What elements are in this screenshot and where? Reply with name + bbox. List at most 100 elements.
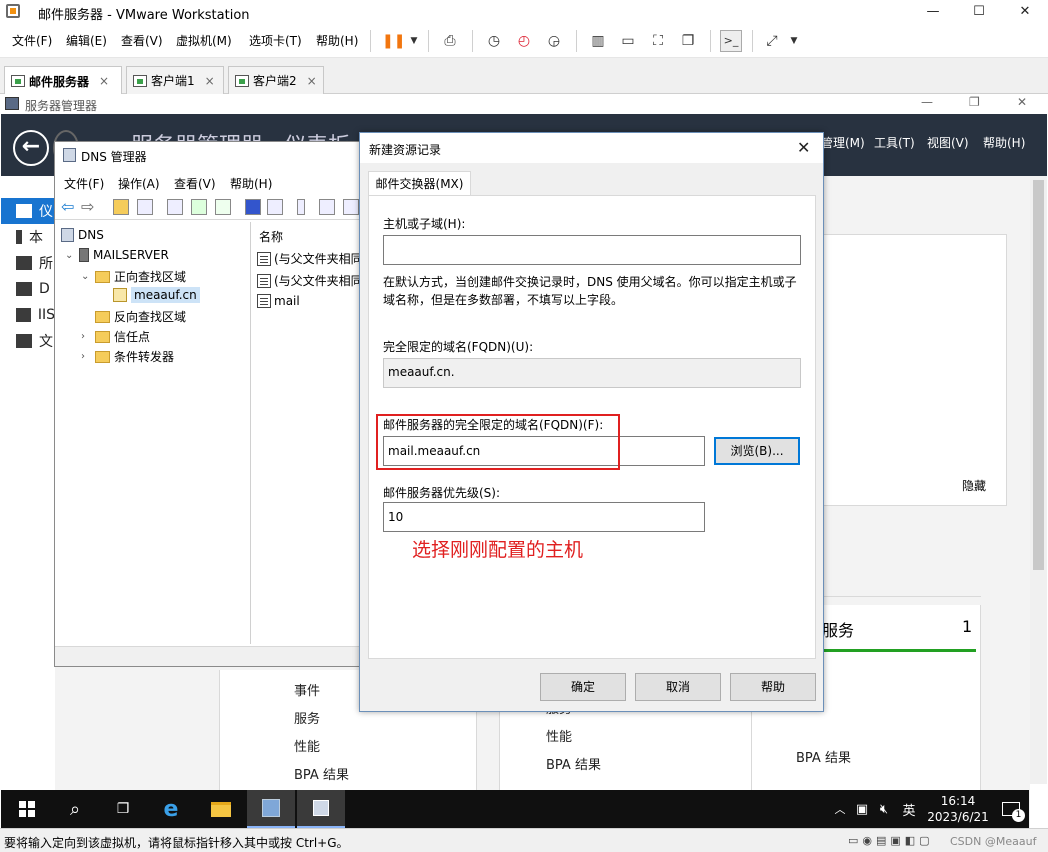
help-button[interactable]: 帮助: [730, 673, 816, 701]
close-tab-icon[interactable]: ×: [307, 74, 317, 88]
dns-menu-file[interactable]: 文件(F): [64, 175, 104, 192]
sm-close-button[interactable]: ✕: [1017, 95, 1027, 109]
tile-link-events[interactable]: 事件: [294, 680, 320, 699]
notification-icon[interactable]: 1: [993, 802, 1029, 822]
tile-link-bpa[interactable]: BPA 结果: [546, 754, 601, 773]
revert-snapshot-icon[interactable]: ◴: [516, 33, 532, 49]
up-folder-icon[interactable]: [113, 199, 129, 215]
tab-client1[interactable]: 客户端1 ×: [126, 66, 224, 94]
zone-icon[interactable]: [343, 199, 359, 215]
menu-vm[interactable]: 虚拟机(M): [176, 32, 232, 49]
scrollbar-thumb[interactable]: [1033, 180, 1044, 570]
windows-start-icon[interactable]: [3, 790, 51, 828]
tree-node-reverse-zone[interactable]: 反向查找区域: [95, 308, 186, 325]
file-explorer-icon[interactable]: [197, 790, 245, 828]
chevron-right-icon[interactable]: ›: [81, 331, 91, 342]
close-icon[interactable]: ✕: [797, 138, 810, 157]
clock[interactable]: 16:14 2023/6/21: [923, 793, 993, 825]
ime-indicator[interactable]: 英: [895, 800, 923, 819]
back-icon[interactable]: ⇦: [61, 197, 74, 216]
device-status-icons[interactable]: ▭◉▤▣◧▢: [848, 834, 934, 847]
menu-file[interactable]: 文件(F): [12, 32, 52, 49]
menu-edit[interactable]: 编辑(E): [66, 32, 107, 49]
priority-input[interactable]: [383, 502, 705, 532]
pause-icon[interactable]: ❚❚: [382, 33, 405, 49]
ie-icon[interactable]: e: [147, 790, 195, 828]
close-tab-icon[interactable]: ×: [99, 74, 109, 88]
menu-view[interactable]: 视图(V): [927, 134, 969, 151]
host-input[interactable]: [383, 235, 801, 265]
chevron-up-icon[interactable]: ︿: [829, 801, 851, 817]
stretch-dropdown-icon[interactable]: ▼: [786, 33, 802, 49]
chevron-down-icon[interactable]: ▼: [406, 33, 422, 49]
tab-mail-server[interactable]: 邮件服务器 ×: [4, 66, 122, 95]
send-ctrl-alt-del-icon[interactable]: ⎙: [442, 33, 458, 49]
tab-mx[interactable]: 邮件交换器(MX): [368, 171, 471, 196]
close-tab-icon[interactable]: ×: [205, 74, 215, 88]
list-item[interactable]: (与父文件夹相同): [257, 250, 367, 267]
tile-link-services[interactable]: 服务: [294, 708, 320, 727]
tree-node-trust-points[interactable]: › 信任点: [81, 328, 150, 345]
fullscreen-icon[interactable]: ⛶: [650, 33, 666, 49]
network-icon[interactable]: ▣: [851, 802, 873, 817]
menu-tabs[interactable]: 选项卡(T): [249, 32, 302, 49]
dns-menu-action[interactable]: 操作(A): [118, 175, 160, 192]
unity-icon[interactable]: ❐: [680, 33, 696, 49]
sidebar-item-iis[interactable]: IIS: [1, 302, 55, 328]
browse-button[interactable]: 浏览(B)...: [714, 437, 800, 465]
forward-icon[interactable]: ⇨: [81, 197, 94, 216]
tree-node-dns[interactable]: DNS: [61, 228, 104, 242]
help-icon[interactable]: [245, 199, 261, 215]
dns-manager-taskbar-icon[interactable]: [297, 790, 345, 828]
sm-restore-button[interactable]: ❐: [969, 95, 980, 109]
back-arrow-icon[interactable]: ←: [13, 130, 49, 166]
menu-help[interactable]: 帮助(H): [316, 32, 358, 49]
server-manager-taskbar-icon[interactable]: [247, 790, 295, 828]
scrollbar[interactable]: [1030, 176, 1047, 784]
stretch-icon[interactable]: ⤢: [764, 33, 780, 49]
tile-link-bpa[interactable]: BPA 结果: [796, 747, 851, 766]
column-header-name[interactable]: 名称: [259, 228, 283, 245]
search-icon[interactable]: ⌕: [51, 790, 99, 828]
details-icon[interactable]: [267, 199, 283, 215]
list-item[interactable]: (与父文件夹相同): [257, 272, 367, 289]
dns-manager-window[interactable]: DNS 管理器 文件(F) 操作(A) 查看(V) 帮助(H) ⇦ ⇨ DNS …: [54, 141, 367, 667]
refresh-icon[interactable]: [191, 199, 207, 215]
tile-link-performance[interactable]: 性能: [546, 726, 572, 745]
menu-view[interactable]: 查看(V): [121, 32, 163, 49]
chevron-down-icon[interactable]: ⌄: [65, 250, 75, 261]
minimize-button[interactable]: —: [910, 0, 956, 24]
records-icon[interactable]: [319, 199, 335, 215]
chevron-down-icon[interactable]: ⌄: [81, 271, 91, 282]
menu-manage[interactable]: 管理(M): [821, 134, 865, 151]
console-icon[interactable]: >_: [720, 30, 742, 52]
close-button[interactable]: ✕: [1002, 0, 1048, 24]
tile-link-bpa[interactable]: BPA 结果: [294, 764, 349, 783]
properties-icon[interactable]: [167, 199, 183, 215]
task-view-icon[interactable]: ❐: [99, 790, 147, 828]
export-icon[interactable]: [215, 199, 231, 215]
menu-tools[interactable]: 工具(T): [874, 134, 915, 151]
sidebar-item-dns[interactable]: D: [1, 276, 55, 302]
tree-node-forward-zone[interactable]: ⌄ 正向查找区域: [81, 268, 186, 285]
server-icon[interactable]: [297, 199, 305, 215]
sidebar-item-all-servers[interactable]: 所: [1, 250, 55, 276]
maximize-button[interactable]: ☐: [956, 0, 1002, 24]
tile-link-performance[interactable]: 性能: [294, 736, 320, 755]
tab-client2[interactable]: 客户端2 ×: [228, 66, 324, 94]
sidebar-item-dashboard[interactable]: 仪: [1, 198, 55, 224]
volume-muted-icon[interactable]: 🔇︎: [873, 802, 895, 817]
tree-node-conditional-forwarders[interactable]: › 条件转发器: [81, 348, 174, 365]
tree-node-server[interactable]: ⌄ MAILSERVER: [65, 248, 169, 262]
show-hide-tree-icon[interactable]: [137, 199, 153, 215]
snapshot-icon[interactable]: ◷: [486, 33, 502, 49]
snapshot-manager-icon[interactable]: ◶: [546, 33, 562, 49]
dns-menu-view[interactable]: 查看(V): [174, 175, 216, 192]
tree-node-zone[interactable]: meaauf.cn: [113, 287, 200, 303]
sidebar-item-file-services[interactable]: 文: [1, 328, 55, 354]
hide-link[interactable]: 隐藏: [962, 477, 986, 494]
dns-menu-help[interactable]: 帮助(H): [230, 175, 272, 192]
chevron-right-icon[interactable]: ›: [81, 351, 91, 362]
sidebar-toggle-icon[interactable]: ▥: [590, 33, 606, 49]
sidebar-item-local[interactable]: 本: [1, 224, 55, 250]
